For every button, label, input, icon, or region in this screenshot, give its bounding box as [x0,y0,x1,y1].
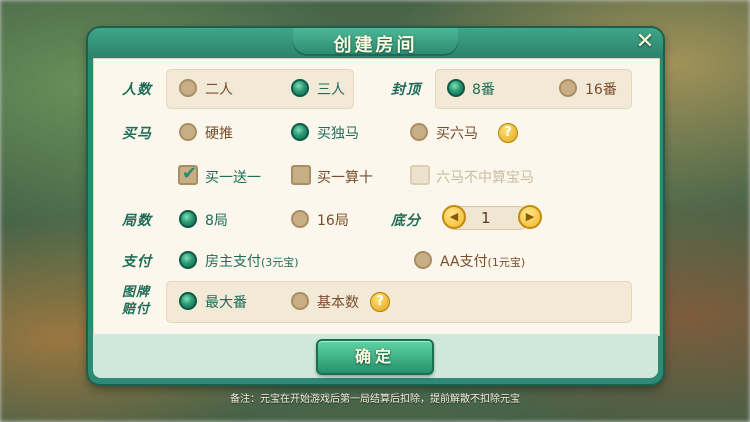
base-score-label: 底分 [391,213,421,229]
cap-option-16[interactable]: 16番 [585,79,617,99]
decrease-button[interactable]: ◀ [442,205,466,229]
payout-option-base[interactable]: 基本数 [317,292,359,312]
checkmark-icon: ✔ [182,163,198,184]
dialog-title: 创建房间 [333,35,418,56]
payment-option-aa[interactable]: AA支付(1元宝) [440,251,525,271]
rounds-option-8[interactable]: 8局 [205,210,228,230]
six-horse-miss-checkbox [410,165,430,185]
buy-one-count-ten-checkbox[interactable] [291,165,311,185]
rounds-radio-8[interactable] [179,210,197,228]
increase-button[interactable]: ▶ [518,205,542,229]
buy-one-get-one-checkbox[interactable]: ✔ [178,163,198,185]
payout-radio-max[interactable] [179,292,197,310]
cap-radio-8[interactable] [447,79,465,97]
horse-radio-hard[interactable] [179,123,197,141]
rounds-label: 局数 [122,213,152,229]
cap-label: 封顶 [391,82,421,98]
rounds-radio-16[interactable] [291,210,309,228]
create-room-dialog: 创建房间 ✕ 人数 二人 三人 封顶 8番 16番 买马 硬推 买独马 买六马 … [88,28,663,384]
horse-option-hard[interactable]: 硬推 [205,123,233,143]
payout-help-icon[interactable]: ? [370,292,390,312]
horse-option-single[interactable]: 买独马 [317,123,359,143]
horse-label: 买马 [122,126,152,142]
close-button[interactable]: ✕ [633,30,657,54]
payment-label: 支付 [122,254,152,270]
players-option-two[interactable]: 二人 [205,79,233,99]
horse-radio-six[interactable] [410,123,428,141]
players-radio-three[interactable] [291,79,309,97]
buy-one-count-ten-label[interactable]: 买一算十 [317,167,373,187]
rounds-option-16[interactable]: 16局 [317,210,349,230]
six-horse-miss-label: 六马不中算宝马 [436,170,534,186]
arrow-left-icon: ◀ [449,210,459,223]
players-radio-two[interactable] [179,79,197,97]
payment-option-host[interactable]: 房主支付(3元宝) [205,251,299,271]
arrow-right-icon: ▶ [525,210,535,223]
payout-option-max[interactable]: 最大番 [205,292,247,312]
confirm-button[interactable]: 确定 [316,339,434,375]
footnote: 备注：元宝在开始游戏后第一局结算后扣除，提前解散不扣除元宝 [230,394,520,405]
payout-radio-base[interactable] [291,292,309,310]
horse-option-six[interactable]: 买六马 [436,123,478,143]
players-option-three[interactable]: 三人 [317,79,345,99]
buy-one-get-one-label[interactable]: 买一送一 [205,167,261,187]
payment-radio-host[interactable] [179,251,197,269]
payout-label: 图牌 赔付 [122,285,151,317]
players-label: 人数 [122,82,152,98]
horse-radio-single[interactable] [291,123,309,141]
horse-help-icon[interactable]: ? [498,123,518,143]
base-score-value: 1 [481,209,491,227]
cap-radio-16[interactable] [559,79,577,97]
payment-radio-aa[interactable] [414,251,432,269]
cap-option-8[interactable]: 8番 [472,79,495,99]
